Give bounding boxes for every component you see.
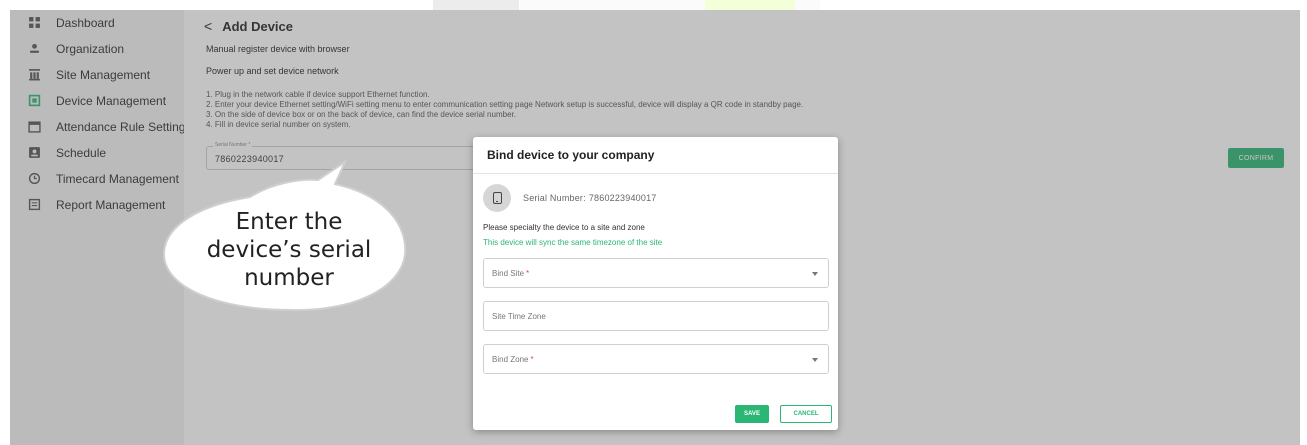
- site-time-zone-placeholder: Site Time Zone: [492, 312, 546, 321]
- dialog-hint: Please specialty the device to a site an…: [483, 223, 645, 232]
- device-avatar: [483, 184, 511, 212]
- top-strip: [433, 0, 519, 10]
- serial-prefix: Serial Number:: [523, 193, 586, 203]
- save-button[interactable]: SAVE: [735, 405, 769, 423]
- bind-site-select[interactable]: Bind Site *: [483, 258, 829, 288]
- device-phone-icon: [492, 192, 502, 204]
- cancel-button[interactable]: CANCEL: [780, 405, 832, 423]
- callout-line: device’s serial: [206, 237, 372, 263]
- callout-line: number: [244, 265, 334, 291]
- bind-site-placeholder: Bind Site *: [492, 269, 530, 278]
- chevron-down-icon: [812, 358, 818, 362]
- required-mark: *: [530, 355, 534, 364]
- callout-line: Enter the: [235, 209, 343, 235]
- top-strip-highlight: [705, 0, 795, 10]
- dialog-serial-number: Serial Number: 7860223940017: [523, 193, 657, 203]
- serial-value: 7860223940017: [588, 193, 657, 203]
- dialog-divider: [473, 173, 838, 174]
- bind-zone-select[interactable]: Bind Zone *: [483, 344, 829, 374]
- timezone-sync-note: This device will sync the same timezone …: [483, 238, 663, 247]
- callout-text: Enter the device’s serial number: [176, 208, 402, 292]
- chevron-down-icon: [812, 272, 818, 276]
- bind-device-dialog: Bind device to your company Serial Numbe…: [473, 137, 838, 430]
- site-time-zone-field[interactable]: Site Time Zone: [483, 301, 829, 331]
- bind-zone-placeholder: Bind Zone *: [492, 355, 534, 364]
- dialog-title: Bind device to your company: [487, 148, 655, 162]
- required-mark: *: [526, 269, 530, 278]
